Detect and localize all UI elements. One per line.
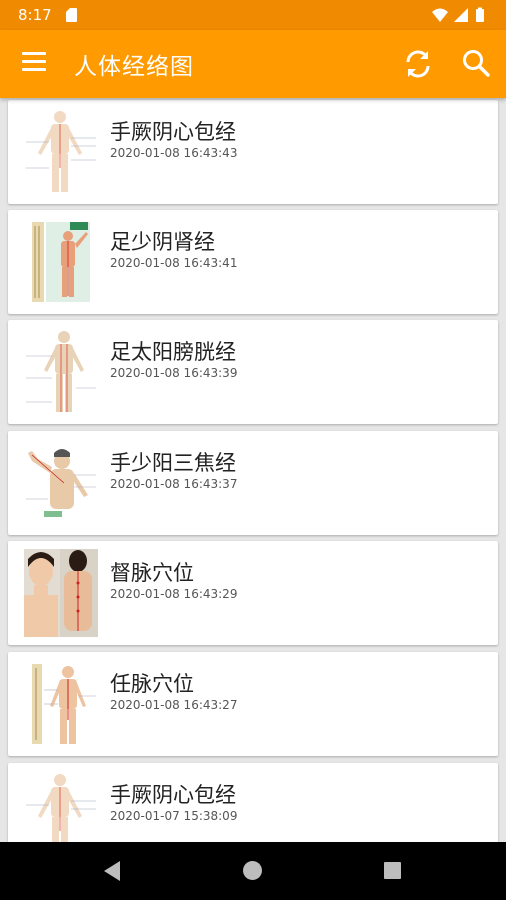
acupoint-photo-thumbnail: [24, 549, 98, 637]
status-time: 8:17: [18, 6, 52, 24]
item-title: 手少阳三焦经: [110, 451, 236, 475]
meridian-figure-thumbnail: [24, 771, 98, 842]
signal-icon: [454, 8, 468, 22]
meridian-figure-thumbnail: [24, 108, 98, 196]
item-title: 手厥阴心包经: [110, 120, 236, 144]
hamburger-menu-icon[interactable]: [22, 52, 46, 72]
item-timestamp: 2020-01-08 16:43:29: [110, 587, 238, 601]
meridian-figure-thumbnail: [24, 439, 98, 527]
list-item[interactable]: 手少阳三焦经 2020-01-08 16:43:37: [8, 431, 498, 535]
status-bar: 8:17: [0, 0, 506, 30]
meridian-chart-thumbnail: [24, 660, 98, 748]
recent-apps-icon[interactable]: [384, 862, 401, 879]
meridian-figure-thumbnail: [24, 328, 98, 416]
list-item[interactable]: 足太阳膀胱经 2020-01-08 16:43:39: [8, 320, 498, 424]
item-title: 任脉穴位: [110, 672, 194, 696]
sim-card-icon: [66, 8, 77, 22]
item-title: 足少阴肾经: [110, 230, 215, 254]
item-title: 手厥阴心包经: [110, 783, 236, 807]
navigation-bar: [0, 842, 506, 900]
battery-icon: [476, 7, 484, 22]
app-title: 人体经络图: [74, 54, 194, 80]
list-item[interactable]: 任脉穴位 2020-01-08 16:43:27: [8, 652, 498, 756]
item-timestamp: 2020-01-08 16:43:41: [110, 256, 238, 270]
item-title: 足太阳膀胱经: [110, 340, 236, 364]
list-item[interactable]: 督脉穴位 2020-01-08 16:43:29: [8, 541, 498, 645]
list-item[interactable]: 手厥阴心包经 2020-01-08 16:43:43: [8, 100, 498, 204]
meridian-chart-thumbnail: [24, 218, 98, 306]
item-timestamp: 2020-01-08 16:43:37: [110, 477, 238, 491]
wifi-icon: [432, 8, 448, 22]
back-icon[interactable]: [102, 860, 122, 886]
list-item[interactable]: 足少阴肾经 2020-01-08 16:43:41: [8, 210, 498, 314]
app-bar: 人体经络图: [0, 30, 506, 98]
item-timestamp: 2020-01-08 16:43:39: [110, 366, 238, 380]
refresh-icon[interactable]: [402, 48, 434, 84]
item-timestamp: 2020-01-07 15:38:09: [110, 809, 238, 823]
list-item[interactable]: 手厥阴心包经 2020-01-07 15:38:09: [8, 763, 498, 842]
search-icon[interactable]: [461, 48, 491, 82]
status-icons: [432, 7, 492, 27]
item-timestamp: 2020-01-08 16:43:43: [110, 146, 238, 160]
home-icon[interactable]: [243, 861, 262, 880]
item-timestamp: 2020-01-08 16:43:27: [110, 698, 238, 712]
item-title: 督脉穴位: [110, 561, 194, 585]
meridian-list[interactable]: 手厥阴心包经 2020-01-08 16:43:43 足少阴肾经 2020-01…: [0, 98, 506, 842]
